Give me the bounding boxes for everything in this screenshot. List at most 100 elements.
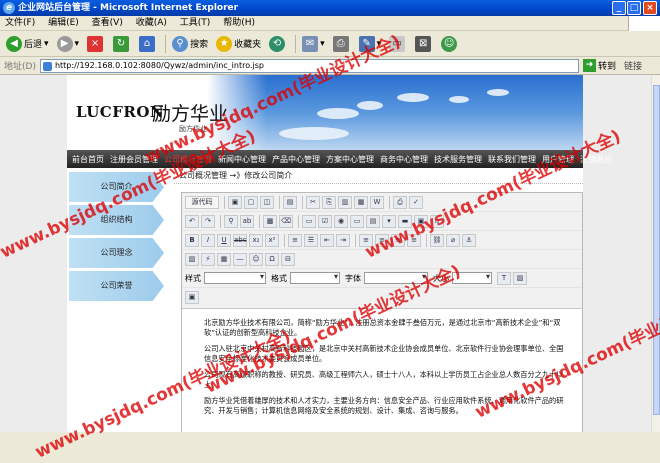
text-color-icon[interactable]: T	[497, 271, 511, 285]
smiley-icon[interactable]: ☺	[249, 252, 263, 266]
undo-icon[interactable]: ↶	[185, 214, 199, 228]
links-label[interactable]: 链接	[620, 59, 660, 72]
history-button[interactable]: ⟲	[266, 34, 290, 54]
go-button[interactable]: ➜ 转到	[582, 59, 620, 72]
underline-icon[interactable]: U	[217, 233, 231, 247]
page-scrollbar[interactable]	[651, 75, 660, 432]
search-button[interactable]: ⚲ 搜索	[169, 34, 211, 54]
checkbox-icon[interactable]: ☑	[318, 214, 332, 228]
sidebar-item-intro[interactable]: 公司简介	[69, 172, 164, 202]
nav-users[interactable]: 用户管理	[539, 154, 577, 165]
font-select[interactable]	[364, 272, 428, 284]
mail-button[interactable]: ✉ ▾	[299, 34, 328, 54]
nav-company-overview[interactable]: 公司概况管理	[161, 154, 215, 165]
format-combo[interactable]: 格式	[271, 272, 340, 284]
select-all-icon[interactable]: ▩	[263, 214, 277, 228]
italic-icon[interactable]: I	[201, 233, 215, 247]
nav-members[interactable]: 注册会员管理	[107, 154, 161, 165]
nav-home[interactable]: 前台首页	[69, 154, 107, 165]
indent-icon[interactable]: ⇥	[336, 233, 350, 247]
sidebar-item-structure[interactable]: 组织结构	[69, 205, 164, 235]
copy-icon[interactable]: ⎘	[322, 195, 336, 209]
unlink-icon[interactable]: ⌀	[446, 233, 460, 247]
nav-tech-service[interactable]: 技术服务管理	[431, 154, 485, 165]
superscript-icon[interactable]: x²	[265, 233, 279, 247]
font-combo[interactable]: 字体	[345, 272, 428, 284]
radio-icon[interactable]: ◉	[334, 214, 348, 228]
align-right-icon[interactable]: ≡	[391, 233, 405, 247]
redo-icon[interactable]: ↷	[201, 214, 215, 228]
size-combo[interactable]: 大小	[433, 272, 492, 284]
paste-text-icon[interactable]: ▦	[354, 195, 368, 209]
back-button[interactable]: ◀ 后退 ▾	[3, 34, 52, 54]
textfield-icon[interactable]: ▭	[350, 214, 364, 228]
remove-format-icon[interactable]: ⌫	[279, 214, 293, 228]
sidebar-item-philosophy[interactable]: 公司理念	[69, 238, 164, 268]
home-button[interactable]: ⌂	[136, 34, 160, 54]
horizontal-rule-icon[interactable]: ―	[233, 252, 247, 266]
edit-page-button[interactable]: ✎ ▾	[356, 34, 385, 54]
menu-edit[interactable]: 编辑(E)	[43, 16, 84, 31]
nav-news[interactable]: 新闻中心管理	[215, 154, 269, 165]
link-icon[interactable]: ⛓	[430, 233, 444, 247]
ordered-list-icon[interactable]: ≡	[288, 233, 302, 247]
nav-business[interactable]: 商务中心管理	[377, 154, 431, 165]
textarea-icon[interactable]: ▤	[366, 214, 380, 228]
replace-icon[interactable]: ab	[240, 214, 254, 228]
button-field-icon[interactable]: ▬	[398, 214, 412, 228]
menu-view[interactable]: 查看(V)	[87, 16, 128, 31]
about-icon[interactable]: ▣	[185, 291, 199, 304]
research-button[interactable]: ⊠	[412, 34, 436, 54]
subscript-icon[interactable]: x₂	[249, 233, 263, 247]
menu-favorites[interactable]: 收藏(A)	[131, 16, 172, 31]
source-code-button[interactable]: 源代码	[185, 195, 219, 209]
format-select[interactable]	[290, 272, 340, 284]
discuss-button[interactable]: ▭	[386, 34, 410, 54]
save-icon[interactable]: ▣	[228, 195, 242, 209]
table-icon[interactable]: ▦	[217, 252, 231, 266]
outdent-icon[interactable]: ⇤	[320, 233, 334, 247]
align-left-icon[interactable]: ≡	[359, 233, 373, 247]
style-select[interactable]	[204, 272, 266, 284]
scrollbar-thumb[interactable]	[653, 85, 660, 415]
bg-color-icon[interactable]: ▨	[513, 271, 527, 285]
new-page-icon[interactable]: ▢	[244, 195, 258, 209]
anchor-icon[interactable]: ⚓	[462, 233, 476, 247]
select-field-icon[interactable]: ▾	[382, 214, 396, 228]
close-button[interactable]: ×	[643, 1, 657, 15]
menu-file[interactable]: 文件(F)	[0, 16, 40, 31]
print-icon[interactable]: ⎙	[393, 195, 407, 209]
strike-icon[interactable]: abc	[233, 233, 247, 247]
nav-products[interactable]: 产品中心管理	[269, 154, 323, 165]
stop-button[interactable]: ×	[84, 34, 108, 54]
favorites-button[interactable]: ★ 收藏夹	[213, 34, 264, 54]
menu-tools[interactable]: 工具(T)	[175, 16, 216, 31]
image-icon[interactable]: ▨	[185, 252, 199, 266]
align-center-icon[interactable]: ≡	[375, 233, 389, 247]
refresh-button[interactable]: ↻	[110, 34, 134, 54]
spellcheck-icon[interactable]: ✓	[409, 195, 423, 209]
editor-content[interactable]: 北京励方华业技术有限公司，简称“励方华业”，注册总资本金肆千叁佰万元，是通过北京…	[182, 308, 582, 432]
address-input[interactable]: http://192.168.0.102:8080/Qywz/admin/inc…	[39, 58, 579, 73]
flash-icon[interactable]: ⚡	[201, 252, 215, 266]
nav-contact[interactable]: 联系我们管理	[485, 154, 539, 165]
maximize-button[interactable]: □	[627, 1, 641, 15]
paste-word-icon[interactable]: W	[370, 195, 384, 209]
print-button[interactable]: ⎙	[330, 34, 354, 54]
cut-icon[interactable]: ✂	[306, 195, 320, 209]
minimize-button[interactable]: _	[612, 1, 626, 15]
bold-icon[interactable]: B	[185, 233, 199, 247]
nav-solutions[interactable]: 方案中心管理	[323, 154, 377, 165]
paste-icon[interactable]: ▥	[338, 195, 352, 209]
messenger-button[interactable]: ☺	[438, 34, 462, 54]
bullet-list-icon[interactable]: ☰	[304, 233, 318, 247]
menu-help[interactable]: 帮助(H)	[218, 16, 260, 31]
nav-logout[interactable]: 注销退出	[577, 154, 615, 165]
find-icon[interactable]: ⚲	[224, 214, 238, 228]
sidebar-item-honors[interactable]: 公司荣誉	[69, 271, 164, 301]
size-select[interactable]	[452, 272, 492, 284]
image-button-icon[interactable]: ▣	[414, 214, 428, 228]
page-break-icon[interactable]: ⊟	[281, 252, 295, 266]
preview-icon[interactable]: ◫	[260, 195, 274, 209]
style-combo[interactable]: 样式	[185, 272, 266, 284]
